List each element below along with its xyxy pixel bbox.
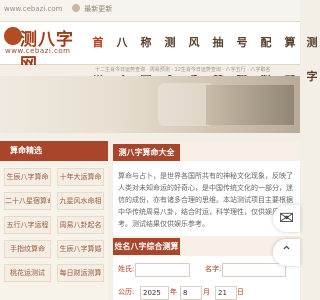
nav-peidui[interactable]: 配对 [256,26,276,83]
site-url[interactable]: www.cebazi.com [4,5,62,13]
logo[interactable]: 测八字网 www.cebazi.com [4,26,84,75]
year-select[interactable]: 2025 [140,286,169,300]
main-nav: 首页 八字 称骨 测名 风水 抽签 号码 配对 算卦 测字 [88,26,318,83]
hero-banner [0,76,300,133]
tool-link[interactable]: 手指纹算命 [4,240,51,258]
featured-header: 算命精选 [0,141,108,161]
nav-fengshui[interactable]: 风水 [184,26,204,83]
breadcrumb-bar: 十二生肖今日运势查询 · 周易预测 · 12生肖今日运势查询 · 八字五行 · … [0,65,300,75]
nav-haoma[interactable]: 号码 [232,26,252,83]
intro-text: 算命与占卜，是世界各国所共有的神秘文化现象，反映了人类对未知命运的好奇心，是中国… [118,172,293,228]
nav-chenggu[interactable]: 称骨 [136,26,156,83]
month-suffix: 月 [203,288,210,296]
nav-suangua[interactable]: 算卦 [280,26,300,83]
breadcrumb: 十二生肖今日运势查询 · 周易预测 · 12生肖今日运势查询 · 八字五行 · … [95,67,271,73]
logo-domain: www.cebazi.com [5,47,71,55]
nav-chouqian[interactable]: 抽签 [208,26,228,83]
wechat-icon[interactable]: ✉ [273,205,300,232]
section-header-1: 测八字算命大全 [113,141,300,161]
top-bar: www.cebazi.com 最新更新 [0,0,300,22]
day-select[interactable]: 21 [215,286,237,300]
nav-bazi[interactable]: 八字 [112,26,132,83]
nav-ceming[interactable]: 测名 [160,26,180,83]
tool-link[interactable]: 生辰八字算命 [4,168,51,186]
section-title-2: 姓名八字综合测算 [113,238,180,255]
tool-link[interactable]: 桃花运测试 [4,264,51,282]
section-title-1: 测八字算命大全 [113,144,180,161]
nav-home[interactable]: 首页 [88,26,108,83]
featured-panel: 算命精选 生辰八字算命 十年大运算命 二十八星宿算命 九星风水命相 五行八字运程… [0,141,108,300]
bookmark-icon [72,4,80,12]
year-suffix: 年 [170,288,177,296]
nav-cezi[interactable]: 测字 [302,26,320,83]
latest-update-link[interactable]: 最新更新 [72,4,112,14]
tool-link[interactable]: 九星风水命相 [57,192,104,210]
surname-label: 姓氏: [118,265,135,273]
surname-input[interactable] [135,263,190,277]
tool-link[interactable]: 十年大运算命 [57,168,104,186]
birth-label: 公历: [118,288,135,296]
tool-link[interactable]: 周易八卦起名 [57,216,104,234]
tool-link[interactable]: 生辰八字算婚 [57,240,104,258]
up-icon[interactable]: ⌃ [273,239,300,266]
main-panel: 测八字算命大全 算命与占卜，是世界各国所共有的神秘文化现象，反映了人类对未知命运… [113,141,300,300]
section-header-2: 姓名八字综合测算 [113,236,300,256]
tool-link[interactable]: 二十八星宿算命 [4,192,51,210]
given-name-label: 名字: [205,265,222,273]
day-suffix: 日 [237,288,244,296]
given-name-input[interactable] [222,263,286,277]
banner-decoration-right [206,85,294,125]
tool-link[interactable]: 每日财运测算 [57,264,104,282]
month-select[interactable]: 8 [180,286,202,300]
header: 测八字网 www.cebazi.com 首页 八字 称骨 测名 风水 抽签 号码… [0,22,318,83]
tool-link[interactable]: 五行八字运程 [4,216,51,234]
latest-update-label: 最新更新 [84,5,113,13]
featured-title: 算命精选 [10,146,42,155]
